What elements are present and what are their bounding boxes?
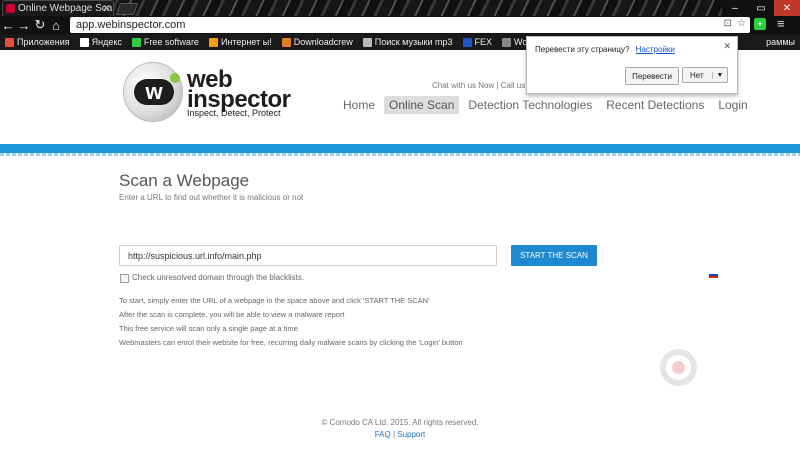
url-input[interactable]: http://suspicious.url.info/main.php [119, 245, 497, 266]
nav-item-login[interactable]: Login [713, 96, 752, 114]
bookmark-icon [208, 37, 218, 47]
back-arrow-icon[interactable]: ← [0, 17, 16, 33]
browser-menu-icon[interactable]: ≡ [777, 16, 785, 31]
address-text: app.webinspector.com [76, 19, 186, 31]
bookmark-label: Downloadcrew [293, 37, 353, 47]
forward-arrow-icon[interactable]: → [16, 17, 32, 33]
bookmark-label: Поиск музыки mp3 [374, 37, 453, 47]
bookmark-item[interactable]: FEX [458, 34, 498, 50]
logo-tagline: Inspect, Detect, Protect [187, 108, 281, 118]
extension-icon[interactable]: + [754, 18, 766, 30]
bookmark-label: Приложения [17, 37, 70, 47]
target-icon-center [672, 361, 685, 374]
bookmark-icon [79, 37, 89, 47]
page-title: Scan a Webpage [119, 171, 250, 190]
bookmark-item[interactable]: Яндекс [75, 34, 127, 50]
maximize-icon[interactable]: ▭ [748, 0, 774, 16]
bookmark-icon [502, 37, 512, 47]
bookmark-item[interactable]: Приложения [0, 34, 75, 50]
site-favicon-icon [6, 4, 15, 13]
window-controls: – ▭ ✕ [722, 0, 800, 16]
blacklist-checkbox[interactable] [120, 274, 129, 283]
nav-item-online-scan[interactable]: Online Scan [384, 96, 460, 114]
bookmark-overflow-text[interactable]: раммы [761, 34, 800, 50]
translate-icon[interactable]: ⊡ [724, 18, 732, 29]
browser-toolbar: ← → ↻ ⌂ app.webinspector.com ⊡ ☆ [0, 16, 800, 34]
language-flag-icon[interactable] [709, 272, 718, 278]
bookmark-label: Интернет ы! [220, 37, 272, 47]
instruction-line: After the scan is complete, you will be … [119, 310, 345, 319]
logo-green-dot [170, 73, 180, 83]
bookmark-item[interactable]: Free software [127, 34, 204, 50]
nav-item-detection-technologies[interactable]: Detection Technologies [463, 96, 597, 114]
reload-icon[interactable]: ↻ [32, 17, 48, 33]
footer-links: FAQ | Support [0, 430, 800, 439]
instruction-line: Webmasters can enrol their website for f… [119, 338, 463, 347]
bookmark-icon [281, 37, 291, 47]
nav-item-recent-detections[interactable]: Recent Detections [601, 96, 709, 114]
target-icon[interactable] [660, 349, 697, 386]
instructions: To start, simply enter the URL of a webp… [119, 296, 463, 352]
logo-w-mark: w [134, 79, 174, 105]
tab-strip: Online Webpage Scannin ✕ – ▭ ✕ [0, 0, 800, 16]
bookmark-icon [131, 37, 141, 47]
bookmark-label: FEX [474, 37, 493, 47]
header-divider-stripe [0, 153, 800, 156]
main-navigation: Home Online Scan Detection Technologies Rec… [338, 96, 757, 114]
bookmark-item[interactable]: Поиск музыки mp3 [358, 34, 458, 50]
tab-close-icon[interactable]: ✕ [102, 3, 110, 14]
translate-button[interactable]: Перевести [625, 67, 679, 85]
page-subtitle: Enter a URL to find out whether it is ma… [119, 193, 304, 202]
bookmark-item[interactable]: Downloadcrew [277, 34, 358, 50]
browser-tab[interactable]: Online Webpage Scannin ✕ [2, 0, 114, 16]
translate-settings-link[interactable]: Настройки [636, 45, 675, 54]
popup-close-icon[interactable]: ✕ [723, 41, 731, 52]
faq-link[interactable]: FAQ [375, 430, 391, 439]
translate-question-text: Перевести эту страницу? [535, 45, 630, 54]
chat-contact-line[interactable]: Chat with us Now | Call us: 1- [432, 81, 537, 90]
close-window-icon[interactable]: ✕ [774, 0, 800, 16]
start-scan-button[interactable]: START THE SCAN [511, 245, 597, 266]
bookmark-label: Free software [143, 37, 199, 47]
home-icon[interactable]: ⌂ [48, 17, 64, 33]
nav-item-home[interactable]: Home [338, 96, 380, 114]
bookmark-item[interactable]: Интернет ы! [204, 34, 277, 50]
no-translate-dropdown[interactable]: Нет ▼ [682, 67, 728, 83]
bookmark-star-icon[interactable]: ☆ [737, 18, 746, 29]
header-divider [0, 144, 800, 153]
footer-copyright: © Comodo CA Ltd. 2015. All rights reserv… [321, 418, 479, 427]
instruction-line: This free service will scan only a singl… [119, 324, 298, 333]
instruction-line: To start, simply enter the URL of a webp… [119, 296, 430, 305]
address-bar[interactable]: app.webinspector.com ⊡ ☆ [70, 17, 750, 33]
support-link[interactable]: Support [397, 430, 425, 439]
translate-popup: Перевести эту страницу? Настройки ✕ Пере… [526, 36, 738, 94]
blacklist-checkbox-label[interactable]: Check unresolved domain through the blac… [132, 273, 304, 282]
no-translate-label: Нет [690, 70, 704, 80]
bookmark-icon [462, 37, 472, 47]
webinspector-logo[interactable]: w web inspector Inspect, Detect, Protect [123, 62, 291, 122]
logo-emblem: w [123, 62, 183, 122]
chevron-down-icon[interactable]: ▼ [712, 71, 727, 79]
bookmark-label: Яндекс [91, 37, 122, 47]
bookmark-icon [362, 37, 372, 47]
tab-title: Online Webpage Scannin [18, 3, 113, 14]
minimize-icon[interactable]: – [722, 0, 748, 16]
bookmark-icon [5, 37, 14, 47]
translate-question: Перевести эту страницу? Настройки [535, 45, 675, 54]
